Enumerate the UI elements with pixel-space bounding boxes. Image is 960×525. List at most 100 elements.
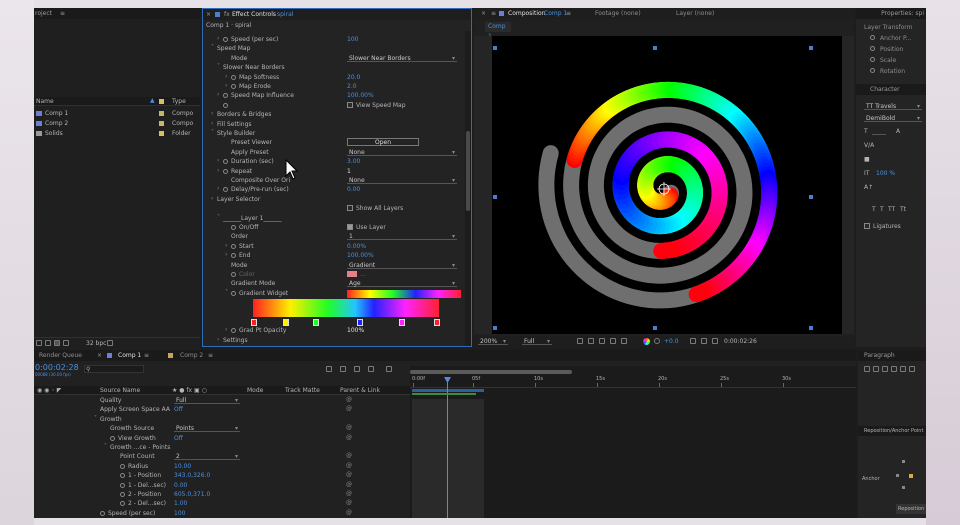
- col-parent[interactable]: Parent & Link: [340, 387, 380, 394]
- disclosure-triangle-icon[interactable]: ˅: [94, 415, 97, 422]
- draft-3d-icon[interactable]: [326, 366, 332, 372]
- stopwatch-icon[interactable]: [110, 435, 115, 441]
- effect-property-row[interactable]: ˅ Slower Near Borders: [203, 63, 465, 72]
- layer-handle[interactable]: [653, 46, 657, 50]
- stopwatch-icon[interactable]: [231, 84, 236, 89]
- work-area-bar[interactable]: [410, 370, 572, 374]
- property-value[interactable]: 100.00%: [347, 92, 374, 99]
- stopwatch-icon[interactable]: [870, 35, 875, 40]
- timeline-property-row[interactable]: 1 - Del...sec) 0.00 @: [34, 480, 454, 490]
- disclosure-triangle-icon[interactable]: ˅: [225, 289, 228, 296]
- disclosure-triangle-icon[interactable]: ›: [211, 110, 213, 117]
- stopwatch-icon[interactable]: [100, 510, 105, 516]
- timeline-property-row[interactable]: Growth Source Points @: [34, 424, 454, 433]
- property-button[interactable]: Open: [347, 138, 419, 147]
- frame-blend-icon[interactable]: [354, 366, 360, 372]
- region-of-interest-icon[interactable]: [577, 338, 583, 344]
- interpret-footage-icon[interactable]: [36, 340, 42, 346]
- all-caps-icon[interactable]: TT: [888, 206, 895, 213]
- align-left-icon[interactable]: [864, 366, 870, 372]
- mask-visibility-icon[interactable]: [599, 338, 605, 344]
- gradient-stop-handle[interactable]: [283, 318, 289, 326]
- effect-property-row[interactable]: Show All Layers: [203, 204, 465, 213]
- font-family-dropdown[interactable]: TT Travels: [864, 103, 922, 110]
- sort-icon[interactable]: ▲: [150, 97, 155, 104]
- disclosure-triangle-icon[interactable]: ›: [225, 73, 227, 80]
- property-dropdown[interactable]: 2: [174, 453, 240, 461]
- effect-property-row[interactable]: ˅ Gradient Widget: [203, 289, 465, 298]
- timeline-property-row[interactable]: Point Count 2 @: [34, 452, 454, 461]
- col-track-matte[interactable]: Track Matte: [285, 387, 320, 394]
- effect-property-row[interactable]: On/Off Use Layer: [203, 223, 465, 232]
- property-value[interactable]: 100.00%: [347, 252, 374, 259]
- expression-pickwhip-icon[interactable]: @: [346, 509, 352, 516]
- disclosure-triangle-icon[interactable]: ›: [211, 120, 213, 127]
- expression-pickwhip-icon[interactable]: @: [346, 499, 352, 506]
- property-dropdown[interactable]: Age: [347, 280, 457, 288]
- color-management-icon[interactable]: [643, 338, 650, 345]
- exposure-reset-icon[interactable]: [654, 338, 660, 344]
- expression-pickwhip-icon[interactable]: @: [346, 490, 352, 497]
- property-dropdown[interactable]: Points: [174, 425, 240, 433]
- timeline-tab-comp1[interactable]: Comp 1: [118, 350, 141, 361]
- color-picker-icon[interactable]: ...: [360, 271, 366, 278]
- property-checkbox[interactable]: [347, 101, 353, 108]
- ligatures-checkbox[interactable]: [864, 223, 870, 229]
- property-dropdown[interactable]: None: [347, 149, 457, 156]
- disclosure-triangle-icon[interactable]: ›: [217, 91, 219, 98]
- project-panel-title[interactable]: roject: [35, 10, 52, 17]
- timeline-property-row[interactable]: Apply Screen Space AA Off @: [34, 405, 454, 414]
- kerning-icon[interactable]: V/A: [864, 142, 874, 149]
- disclosure-triangle-icon[interactable]: ›: [225, 82, 227, 89]
- gradient-stop-handle[interactable]: [357, 318, 363, 326]
- effect-property-row[interactable]: Mode Slower Near Borders: [203, 54, 465, 63]
- stopwatch-icon[interactable]: [231, 272, 236, 277]
- resolution-dropdown[interactable]: Full: [522, 338, 552, 345]
- composition-name[interactable]: Comp 1: [544, 8, 567, 19]
- stopwatch-icon[interactable]: [120, 482, 125, 488]
- tab-menu-icon[interactable]: ≡: [208, 350, 213, 361]
- trash-icon[interactable]: [107, 340, 113, 346]
- playhead-line[interactable]: [447, 380, 448, 518]
- font-style-dropdown[interactable]: DemiBold: [864, 115, 922, 122]
- stopwatch-icon[interactable]: [223, 187, 228, 193]
- effect-property-row[interactable]: › End 100.00%: [203, 251, 465, 260]
- effect-controls-tab[interactable]: Effect Controls: [232, 9, 276, 20]
- effect-property-row[interactable]: › Speed (per sec) 100: [203, 35, 465, 44]
- scroll-thumb[interactable]: [466, 131, 470, 211]
- disclosure-triangle-icon[interactable]: ˅: [217, 214, 220, 221]
- property-value[interactable]: 20.0: [347, 74, 360, 81]
- disclosure-triangle-icon[interactable]: ›: [217, 336, 219, 343]
- project-item[interactable]: Solids Folder: [34, 128, 200, 138]
- effect-property-row[interactable]: View Speed Map: [203, 101, 465, 110]
- channels-icon[interactable]: [621, 338, 627, 344]
- effect-property-row[interactable]: › Speed Map Influence 100.00%: [203, 91, 465, 100]
- switches-icons[interactable]: ★ ● fx ▣ ○: [172, 387, 207, 394]
- time-ruler[interactable]: 0:00f 05f 10s 15s 20s 25s 30s: [410, 376, 856, 388]
- stopwatch-icon[interactable]: [223, 168, 228, 174]
- expression-pickwhip-icon[interactable]: @: [346, 396, 352, 403]
- transform-row[interactable]: Rotation: [870, 66, 926, 76]
- tracking-value[interactable]: 100 %: [876, 170, 895, 177]
- layer-handle[interactable]: [809, 46, 813, 50]
- faux-bold-icon[interactable]: T: [872, 206, 876, 213]
- panel-menu-icon[interactable]: ≡: [60, 10, 65, 17]
- effect-property-row[interactable]: ˅ Speed Map: [203, 44, 465, 53]
- disclosure-triangle-icon[interactable]: ›: [225, 242, 227, 249]
- baseline-icon[interactable]: A↑: [864, 184, 873, 191]
- graph-editor-icon[interactable]: [386, 366, 392, 372]
- stopwatch-icon[interactable]: [231, 243, 236, 249]
- timeline-property-row[interactable]: 1 - Position 343.0,326.0 @: [34, 471, 454, 480]
- property-dropdown[interactable]: Slower Near Borders: [347, 55, 457, 62]
- property-value[interactable]: 100: [347, 36, 358, 43]
- gradient-widget[interactable]: [251, 298, 440, 329]
- effect-property-row[interactable]: Gradient Mode Age: [203, 279, 465, 288]
- comp-subtab[interactable]: Comp 1: [485, 22, 511, 40]
- property-value[interactable]: 0.00%: [347, 243, 366, 250]
- av-switches-icon[interactable]: ◉ ◉ ◦ ◤: [37, 387, 61, 394]
- disclosure-triangle-icon[interactable]: ˅: [211, 44, 214, 51]
- stopwatch-icon[interactable]: [120, 463, 125, 469]
- property-dropdown[interactable]: 1: [347, 233, 457, 241]
- effect-property-row[interactable]: › Start 0.00%: [203, 242, 465, 251]
- layer-handle[interactable]: [493, 46, 497, 50]
